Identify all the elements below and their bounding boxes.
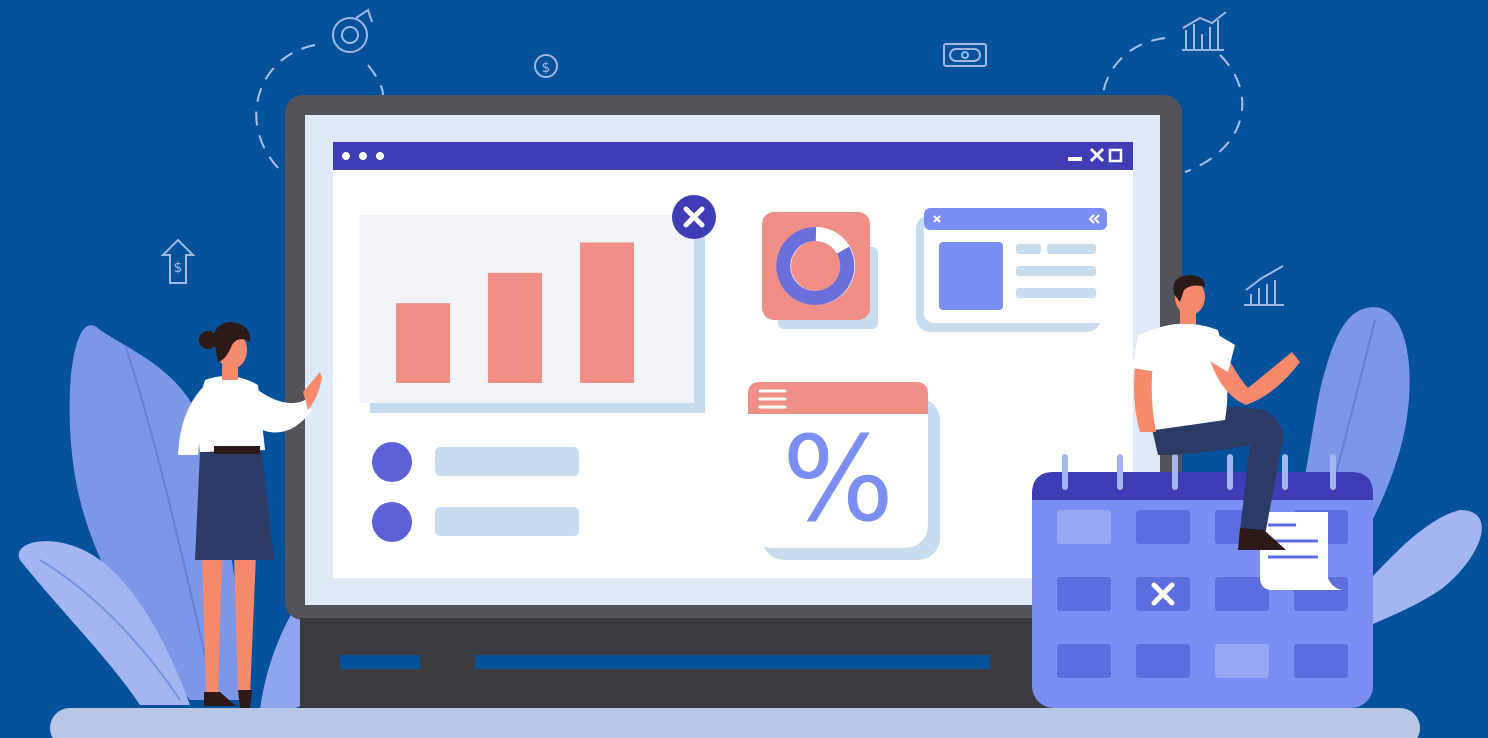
floor [50,708,1420,738]
chart-bar [580,242,634,383]
calendar [1032,454,1373,708]
window-titlebar [333,142,1133,170]
woman-skirt [195,452,274,560]
svg-text:$: $ [542,60,551,76]
profile-card [916,208,1107,332]
dot-icon [376,152,384,160]
dot-icon [359,152,367,160]
dollar-up-icon: $ [174,260,183,276]
woman-belt [214,446,260,454]
list-bullet [372,442,412,482]
list-bullet [372,502,412,542]
woman-shoe [238,690,252,708]
text-line [1016,244,1041,254]
illustration: $ $ % [0,0,1488,738]
list-bar [435,447,579,476]
bar-chart-card [359,195,716,413]
list-bar [435,507,579,536]
dot-icon [342,152,350,160]
donut-card [762,212,878,329]
laptop-hinge-block [990,655,1030,669]
laptop-hinge-block [420,655,475,669]
chart-bar [396,303,450,383]
percent-card: % [748,382,940,560]
calendar-header [1032,472,1373,500]
percent-symbol: % [782,410,894,548]
profile-card-header [924,208,1107,230]
chart-bar [488,272,542,383]
woman-torso [198,376,265,452]
woman-hair-bun [199,331,217,349]
minimize-icon[interactable] [1068,157,1082,161]
text-line [1016,288,1096,298]
avatar-placeholder [939,242,1003,310]
text-line [1047,244,1096,254]
text-line [1016,266,1096,276]
